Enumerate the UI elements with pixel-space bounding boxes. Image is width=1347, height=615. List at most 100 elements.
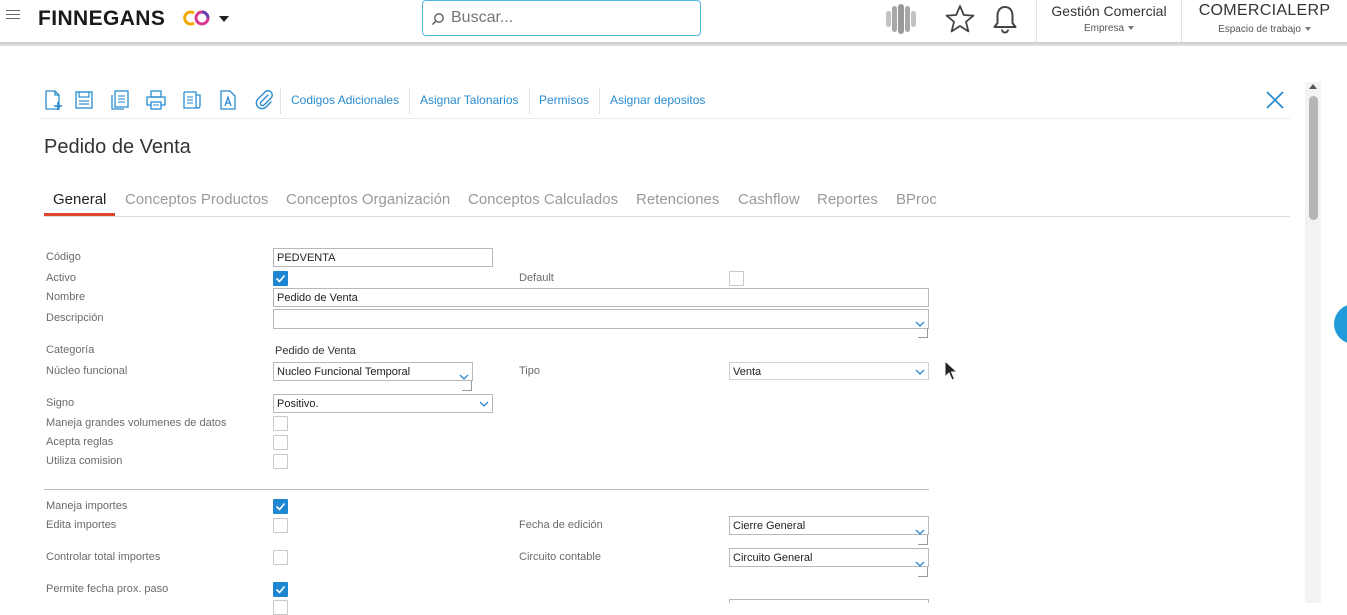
acepta-reglas-label: Acepta reglas [46,436,114,448]
resize-corner[interactable] [918,535,928,545]
search-input[interactable] [451,8,691,28]
default-checkbox[interactable] [729,271,744,286]
toolbar-divider [40,118,1290,119]
asignar-depositos-link[interactable]: Asignar depositos [610,93,705,107]
search-box[interactable] [422,0,701,36]
circuito-contable-label: Circuito contable [519,551,601,563]
asignar-talonarios-link[interactable]: Asignar Talonarios [420,93,519,107]
utiliza-comision-checkbox[interactable] [273,454,288,469]
default-label: Default [519,272,554,284]
company-selector[interactable]: Gestión Comercial Empresa [1037,0,1181,42]
tab-conceptos-organizacion[interactable]: Conceptos Organización [286,191,450,208]
utiliza-comision-label: Utiliza comision [46,455,123,467]
tab-conceptos-productos[interactable]: Conceptos Productos [125,191,268,208]
descripcion-field[interactable] [273,309,929,329]
check-icon [275,502,286,511]
nucleo-select[interactable]: Nucleo Funcional Temporal [273,362,473,381]
toolbar-separator [529,88,530,114]
toolbar-separator [599,88,600,114]
codigo-label: Código [46,251,81,263]
permite-fecha-checkbox[interactable] [273,582,288,597]
nombre-field[interactable]: Pedido de Venta [273,288,929,307]
tab-general[interactable]: General [53,191,106,208]
toolbar: Codigos Adicionales Asignar Talonarios P… [40,84,1290,118]
workspace-name: COMERCIALERP [1198,2,1331,19]
controlar-total-checkbox[interactable] [273,550,288,565]
scroll-up-icon[interactable] [1309,84,1317,89]
fecha-edicion-select[interactable]: Cierre General [729,516,929,535]
tab-reportes[interactable]: Reportes [817,191,878,208]
tab-bar: General Conceptos Productos Conceptos Or… [44,189,1290,217]
tab-cashflow[interactable]: Cashflow [738,191,800,208]
star-icon[interactable] [945,4,975,34]
grandes-volumenes-label: Maneja grandes volumenes de datos [46,417,227,429]
descripcion-label: Descripción [46,312,104,324]
next-row-checkbox[interactable] [273,600,288,615]
next-row-field[interactable] [729,599,929,603]
resize-corner[interactable] [918,567,928,577]
codigo-field[interactable]: PEDVENTA [273,248,493,267]
spinner-icon [886,4,916,34]
new-document-icon[interactable] [42,89,64,111]
finnegans-logo[interactable] [183,9,213,27]
toolbar-separator [280,88,281,114]
header-shadow [0,42,1347,46]
permite-fecha-label: Permite fecha prox. paso [46,583,169,595]
floating-action-button[interactable] [1334,304,1347,344]
top-header: FINNEGANS Gestión Comercial Empresa COME… [0,0,1347,42]
workspace-dropdown-icon [1304,27,1311,31]
chevron-down-icon [915,321,925,327]
tab-conceptos-calculados[interactable]: Conceptos Calculados [468,191,618,208]
tab-retenciones[interactable]: Retenciones [636,191,719,208]
page-title: Pedido de Venta [44,136,191,158]
fecha-edicion-label: Fecha de edición [519,519,603,531]
codigos-adicionales-link[interactable]: Codigos Adicionales [291,93,399,107]
toolbar-separator [409,88,410,114]
activo-checkbox[interactable] [273,271,288,286]
tab-bproc[interactable]: BProc [896,191,937,208]
chevron-down-icon [459,374,469,380]
copy-icon[interactable] [109,89,131,111]
workspace-label: Espacio de trabajo [1182,24,1347,35]
maneja-importes-label: Maneja importes [46,500,128,512]
attach-icon[interactable] [253,89,275,111]
mouse-cursor-icon [944,360,958,381]
report-icon[interactable] [181,89,203,111]
signo-label: Signo [46,397,75,409]
activo-label: Activo [46,272,76,284]
active-tab-indicator [44,213,115,216]
text-icon[interactable] [217,89,239,111]
maneja-importes-checkbox[interactable] [273,499,288,514]
company-dropdown-icon [1128,26,1134,30]
circuito-contable-select[interactable]: Circuito General [729,548,929,567]
workspace-selector[interactable]: COMERCIALERP Espacio de trabajo [1182,0,1347,42]
edita-importes-checkbox[interactable] [273,518,288,533]
check-icon [275,274,286,283]
check-icon [275,585,286,594]
company-name: Gestión Comercial [1051,3,1167,19]
resize-corner[interactable] [918,328,928,338]
signo-select[interactable]: Positivo. [273,394,493,413]
controlar-total-label: Controlar total importes [46,551,161,563]
save-icon[interactable] [73,89,95,111]
permisos-link[interactable]: Permisos [539,93,589,107]
tipo-select[interactable]: Venta [729,362,929,380]
acepta-reglas-checkbox[interactable] [273,435,288,450]
nombre-label: Nombre [46,291,86,303]
hamburger-icon[interactable] [6,10,20,22]
chevron-down-icon [479,401,489,407]
nucleo-label: Núcleo funcional [46,365,128,377]
brand-name[interactable]: FINNEGANS [38,7,165,31]
tipo-label: Tipo [519,365,540,377]
edita-importes-label: Edita importes [46,519,117,531]
search-icon [432,13,444,25]
company-label: Empresa [1037,23,1181,34]
resize-corner[interactable] [462,381,472,391]
bell-icon[interactable] [991,4,1019,34]
categoria-value: Pedido de Venta [275,345,356,357]
print-icon[interactable] [145,89,167,111]
close-icon[interactable] [1265,90,1285,110]
scrollbar-thumb[interactable] [1309,96,1318,220]
grandes-volumenes-checkbox[interactable] [273,416,288,431]
brand-dropdown-icon[interactable] [219,16,229,22]
